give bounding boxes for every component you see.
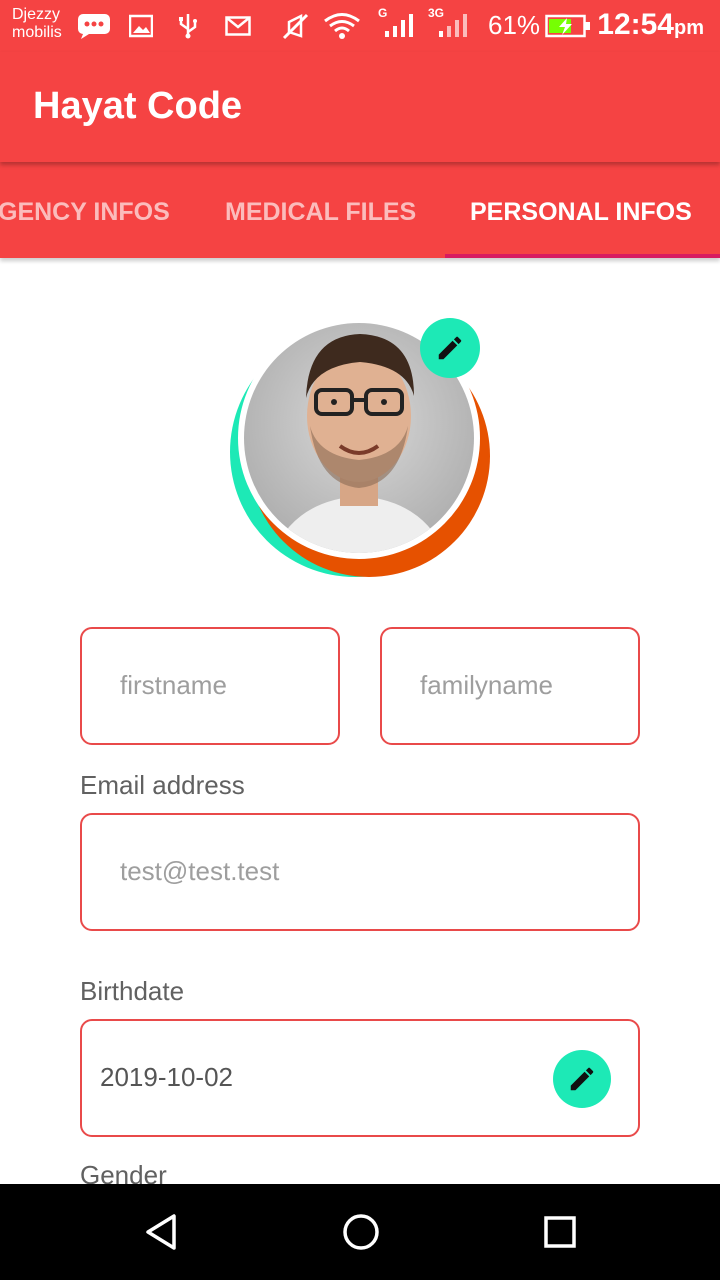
back-icon [146,1214,176,1250]
carrier-line2: mobilis [12,24,62,41]
tab-medical-files[interactable]: MEDICAL FILES [225,162,416,258]
profile-avatar[interactable] [228,316,492,582]
signal-icon-2 [436,12,470,40]
pencil-icon [570,1067,594,1091]
familyname-field[interactable]: familyname [380,627,640,745]
tab-personal-infos[interactable]: PERSONAL INFOS [470,162,692,258]
firstname-placeholder: firstname [120,670,227,700]
email-label: Email address [80,770,245,800]
back-button[interactable] [132,1204,192,1260]
firstname-field[interactable]: firstname [80,627,340,745]
birthdate-label: Birthdate [80,976,185,1006]
email-placeholder: test@test.test [120,856,280,886]
clock-suffix: pm [674,17,704,39]
mail-icon [224,12,252,40]
carrier-name: Djezzy mobilis [12,6,62,42]
recents-icon [544,1216,576,1248]
tab-emergency-infos[interactable]: GENCY INFOS [0,162,170,258]
image-icon [128,12,154,40]
carrier-line1: Djezzy [12,6,61,23]
tab-bar: GENCY INFOS MEDICAL FILES PERSONAL INFOS [0,162,720,258]
usb-icon [176,12,200,40]
status-bar: Djezzy mobilis G 3G 61% 12:54pm [0,0,720,52]
edit-birthdate-button[interactable] [553,1050,611,1108]
app-title: Hayat Code [33,85,243,127]
birthdate-value: 2019-10-02 [100,1062,233,1092]
clock-time: 12:54 [597,8,674,41]
wifi-icon [322,12,362,40]
battery-percent: 61% [488,10,541,40]
mute-icon [280,12,310,40]
pencil-icon [438,336,462,360]
birthdate-field[interactable]: 2019-10-02 [80,1019,640,1137]
email-field[interactable]: test@test.test [80,813,640,931]
battery-icon [544,12,592,40]
tab-indicator [445,254,720,258]
app-bar: Hayat Code [0,52,720,162]
familyname-placeholder: familyname [420,670,553,700]
signal-icon [382,12,416,40]
edit-photo-button[interactable] [420,318,480,378]
message-icon [76,12,112,40]
home-icon [343,1214,379,1250]
navigation-bar [0,1184,720,1280]
recents-button[interactable] [530,1204,590,1260]
clock: 12:54pm [597,8,704,42]
home-button[interactable] [331,1204,391,1260]
